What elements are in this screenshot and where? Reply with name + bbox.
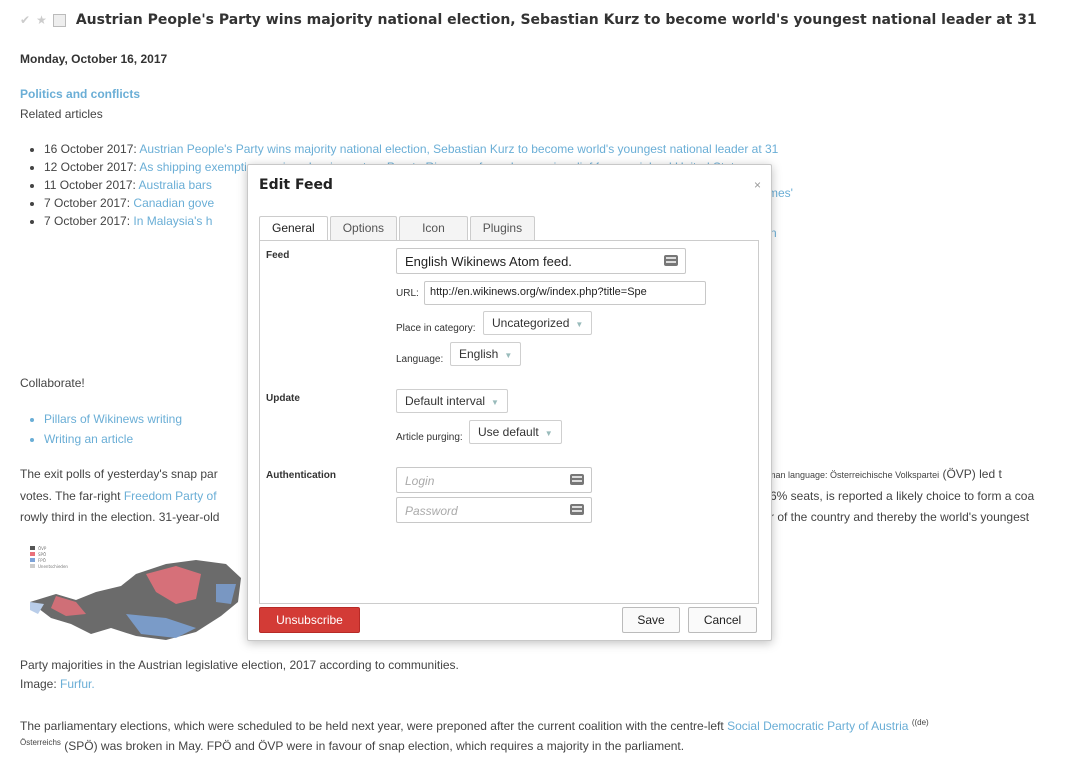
general-panel: Feed English Wikinews Atom feed. URL: ht…	[259, 240, 759, 604]
paragraph-line: rowly third in the election. 31-year-old	[20, 510, 220, 524]
purging-value: Use default	[478, 425, 539, 439]
paragraph-line: votes. The far-right Freedom Party of	[20, 486, 217, 507]
close-icon[interactable]: ×	[754, 178, 761, 192]
paragraph-line: The exit polls of yesterday's snap par	[20, 467, 218, 481]
related-link[interactable]: Austrian People's Party wins majority na…	[139, 142, 778, 156]
feed-title-input[interactable]: English Wikinews Atom feed.	[396, 248, 686, 274]
paragraph-fragment: ((de)	[911, 718, 929, 727]
language-select[interactable]: English ▼	[450, 342, 522, 366]
purging-select[interactable]: Use default ▼	[469, 420, 562, 444]
section-feed: Feed	[266, 250, 290, 261]
category-value: Uncategorized	[492, 316, 570, 330]
map-legend-item: ÖVP	[38, 546, 47, 551]
tab-general[interactable]: General	[259, 216, 328, 241]
category-link[interactable]: Politics and conflicts	[20, 87, 140, 101]
paragraph-line: Österreichs (SPÖ) was broken in May. FPÖ…	[20, 732, 684, 757]
language-value: English	[459, 347, 499, 361]
select-checkbox[interactable]	[52, 13, 66, 27]
map-legend-item: Unentschieden	[38, 564, 68, 569]
related-date: 7 October 2017:	[44, 214, 131, 228]
interval-value: Default interval	[405, 394, 486, 408]
map-legend-item: FPÖ	[38, 558, 46, 563]
dialog-tabs: General Options Icon Plugins	[259, 216, 537, 241]
related-date: 7 October 2017:	[44, 196, 131, 210]
url-input[interactable]: http://en.wikinews.org/w/index.php?title…	[424, 281, 706, 305]
collaborate-heading: Collaborate!	[20, 376, 85, 390]
election-map-image[interactable]: ÖVP SPÖ FPÖ Unentschieden	[26, 544, 248, 644]
related-date: 12 October 2017:	[44, 160, 137, 174]
cancel-button[interactable]: Cancel	[688, 607, 757, 633]
related-date: 11 October 2017:	[44, 178, 136, 192]
section-authentication: Authentication	[266, 470, 336, 481]
chevron-down-icon: ▼	[491, 398, 499, 407]
related-link[interactable]: Australia bars	[139, 178, 212, 192]
collaborate-link[interactable]: Writing an article	[44, 429, 182, 449]
purging-label: Article purging:	[396, 432, 463, 443]
article-date: Monday, October 16, 2017	[20, 52, 168, 66]
headline-row: ✔ ★ Austrian People's Party wins majorit…	[20, 12, 1037, 28]
related-link[interactable]: Canadian gove	[133, 196, 214, 210]
image-credit-link[interactable]: Furfur.	[60, 677, 95, 691]
chevron-down-icon: ▼	[504, 351, 513, 360]
password-placeholder: Password	[405, 504, 458, 518]
paragraph-fragment: votes. The far-right	[20, 489, 124, 503]
paragraph-line: r of the country and thereby the world's…	[770, 510, 1030, 524]
paragraph-fragment: (ÖVP) led t	[942, 467, 1002, 481]
spo-link[interactable]: Social Democratic Party of Austria	[727, 719, 908, 733]
paragraph-fragment: erman language: Österreichische Volkspar…	[760, 470, 940, 480]
star-icon[interactable]: ★	[36, 13, 47, 27]
url-value: http://en.wikinews.org/w/index.php?title…	[430, 286, 647, 298]
interval-select[interactable]: Default interval ▼	[396, 389, 508, 413]
paragraph-line: 6% seats, is reported a likely choice to…	[770, 489, 1035, 503]
keyboard-icon	[570, 504, 584, 515]
tab-options[interactable]: Options	[329, 216, 398, 240]
check-icon[interactable]: ✔	[20, 13, 30, 27]
language-label: Language:	[396, 354, 444, 365]
image-credit-line: Image: Furfur.	[20, 675, 459, 694]
related-date: 16 October 2017:	[44, 142, 137, 156]
dialog-title: Edit Feed	[259, 177, 333, 193]
save-button[interactable]: Save	[622, 607, 680, 633]
paragraph-fragment: The parliamentary elections, which were …	[20, 719, 728, 733]
collaborate-list: Pillars of Wikinews writing Writing an a…	[28, 409, 182, 449]
keyboard-icon	[570, 474, 584, 485]
image-caption: Party majorities in the Austrian legisla…	[20, 656, 459, 694]
related-link[interactable]: In Malaysia's h	[133, 214, 212, 228]
paragraph-fragment: (SPÖ) was broken in May. FPÖ and ÖVP wer…	[64, 739, 685, 753]
image-credit-label: Image:	[20, 677, 57, 691]
related-heading: Related articles	[20, 107, 103, 121]
paragraph-line: erman language: Österreichische Volkspar…	[760, 464, 1002, 486]
tab-icon[interactable]: Icon	[399, 216, 468, 240]
unsubscribe-button[interactable]: Unsubscribe	[259, 607, 360, 633]
tab-plugins[interactable]: Plugins	[469, 216, 536, 240]
map-legend-item: SPÖ	[38, 552, 46, 557]
url-label: URL:	[396, 288, 419, 299]
chevron-down-icon: ▼	[544, 429, 553, 438]
list-item: 16 October 2017: Austrian People's Party…	[44, 140, 778, 158]
feed-title-value: English Wikinews Atom feed.	[405, 254, 572, 269]
freedom-party-link[interactable]: Freedom Party of	[124, 489, 217, 503]
password-input[interactable]: Password	[396, 497, 592, 523]
article-headline[interactable]: Austrian People's Party wins majority na…	[76, 12, 1037, 28]
login-input[interactable]: Login	[396, 467, 592, 493]
category-label: Place in category:	[396, 323, 476, 334]
category-select[interactable]: Uncategorized ▼	[483, 311, 593, 335]
login-placeholder: Login	[405, 474, 435, 488]
keyboard-icon	[664, 255, 678, 266]
collaborate-link[interactable]: Pillars of Wikinews writing	[44, 409, 182, 429]
edit-feed-dialog: Edit Feed × General Options Icon Plugins…	[247, 164, 772, 641]
section-update: Update	[266, 393, 300, 404]
chevron-down-icon: ▼	[575, 320, 584, 329]
paragraph-fragment: Österreichs	[20, 738, 61, 747]
caption-text: Party majorities in the Austrian legisla…	[20, 658, 459, 672]
